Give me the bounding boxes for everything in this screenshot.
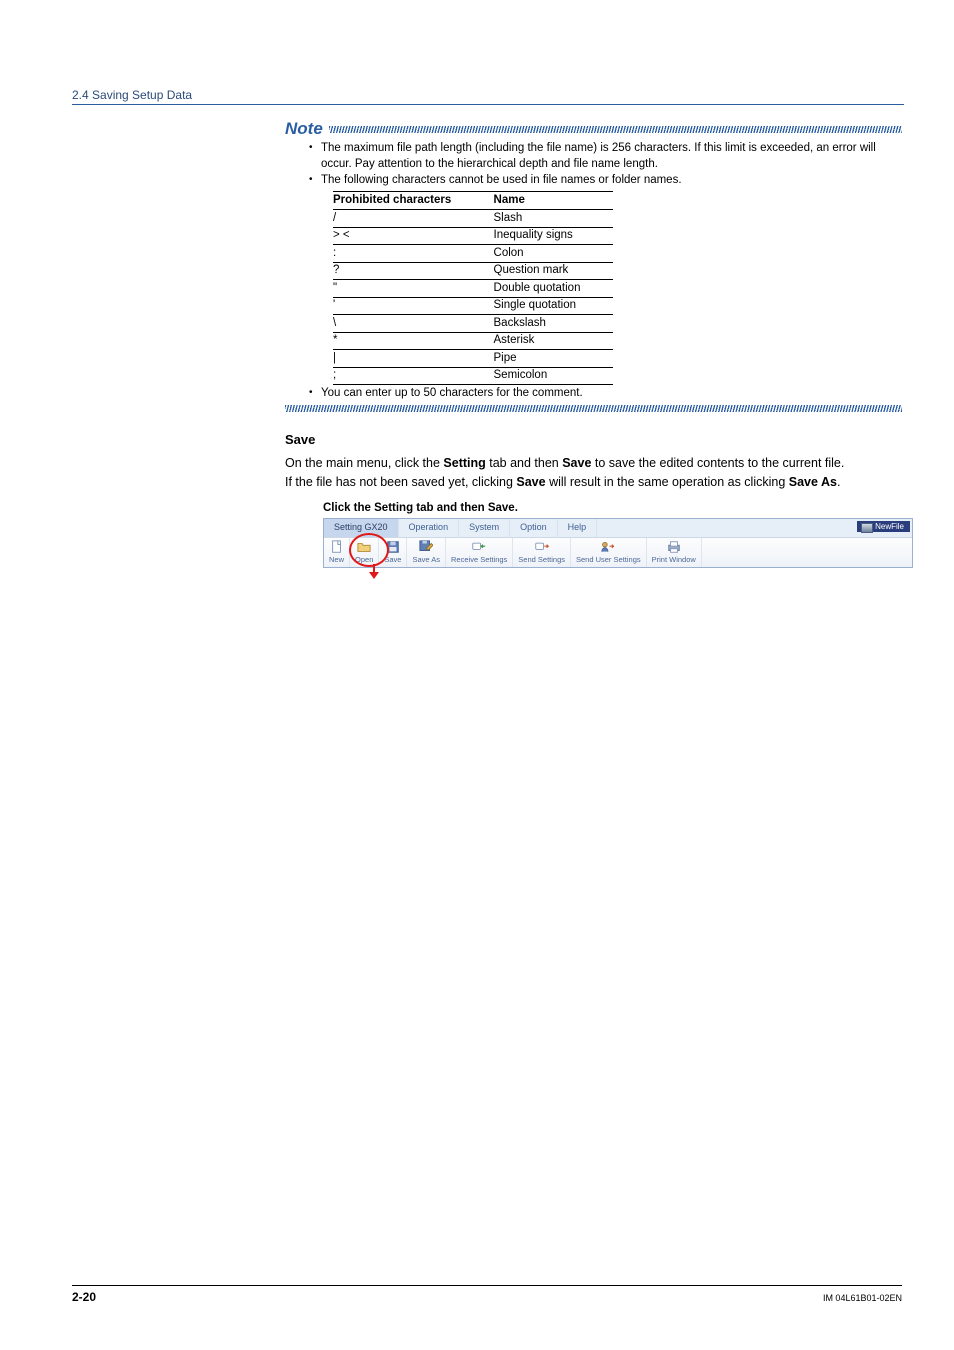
monitor-arrow-out-icon (535, 540, 549, 554)
document-id: IM 04L61B01-02EN (823, 1293, 902, 1303)
note-label: Note (285, 119, 323, 139)
folder-open-icon (357, 540, 371, 554)
send-user-settings-button[interactable]: Send User Settings (571, 538, 647, 567)
note-hatching-bottom (285, 405, 902, 412)
table-row: > <Inequality signs (333, 227, 613, 245)
print-window-button[interactable]: Print Window (647, 538, 702, 567)
app-window-screenshot: Setting GX20 Operation System Option Hel… (323, 518, 913, 568)
tab-operation[interactable]: Operation (399, 519, 460, 537)
screenshot-caption: Click the Setting tab and then Save. (323, 502, 902, 514)
monitor-arrow-in-icon (472, 540, 486, 554)
table-row: \Backslash (333, 315, 613, 333)
printer-icon (667, 540, 681, 554)
note-hatching-top (329, 126, 902, 133)
table-row: "Double quotation (333, 280, 613, 298)
page-number: 2-20 (72, 1290, 96, 1304)
table-header: Prohibited characters (333, 191, 494, 210)
table-header: Name (494, 191, 613, 210)
new-button[interactable]: New (324, 538, 350, 567)
note-item: You can enter up to 50 characters for th… (309, 386, 902, 402)
send-settings-button[interactable]: Send Settings (513, 538, 571, 567)
section-heading: 2.4 Saving Setup Data (0, 0, 954, 102)
newfile-badge: NewFile (857, 521, 910, 532)
save-paragraph-1: On the main menu, click the Setting tab … (285, 455, 902, 473)
table-row: |Pipe (333, 350, 613, 368)
table-row: :Colon (333, 245, 613, 263)
footer-rule (72, 1285, 902, 1286)
table-row: *Asterisk (333, 332, 613, 350)
save-as-button[interactable]: Save As (407, 538, 446, 567)
table-row: ;Semicolon (333, 367, 613, 385)
new-file-icon (330, 540, 344, 554)
table-row: /Slash (333, 210, 613, 228)
tab-option[interactable]: Option (510, 519, 558, 537)
note-item: The following characters cannot be used … (309, 173, 902, 385)
save-paragraph-2: If the file has not been saved yet, clic… (285, 474, 902, 492)
tab-setting[interactable]: Setting GX20 (324, 519, 399, 537)
open-button[interactable]: Open (350, 538, 379, 567)
section-rule (72, 104, 904, 105)
note-item: The maximum file path length (including … (309, 141, 902, 172)
note-list: The maximum file path length (including … (285, 141, 902, 402)
save-button[interactable]: Save (379, 538, 407, 567)
receive-settings-button[interactable]: Receive Settings (446, 538, 513, 567)
tab-help[interactable]: Help (558, 519, 598, 537)
tab-system[interactable]: System (459, 519, 510, 537)
table-row: ?Question mark (333, 262, 613, 280)
floppy-disk-icon (386, 540, 400, 554)
user-arrow-out-icon (601, 540, 615, 554)
prohibited-characters-table: Prohibited characters Name /Slash > <Ine… (333, 191, 613, 386)
save-heading: Save (285, 432, 902, 447)
table-row: 'Single quotation (333, 297, 613, 315)
floppy-disk-pencil-icon (419, 540, 433, 554)
